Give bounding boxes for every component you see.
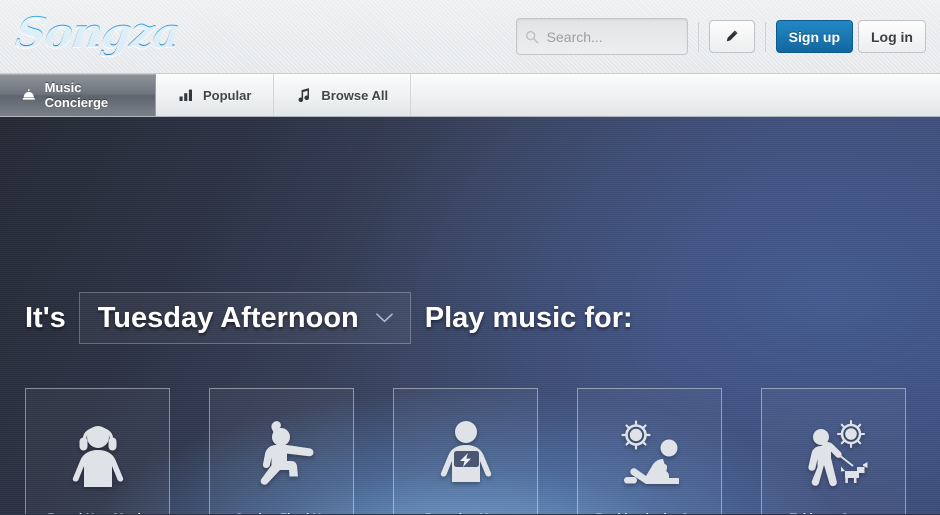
tab-music-concierge[interactable]: Music Concierge — [0, 74, 156, 116]
activity-card[interactable]: Basking in the Sun — [577, 388, 722, 514]
hero-suffix: Play music for: — [424, 301, 633, 334]
activity-card[interactable]: Getting Fired Up — [209, 388, 354, 514]
activity-card[interactable]: Boosting Your Energy — [393, 388, 538, 514]
tab-browse-all[interactable]: Browse All — [274, 74, 412, 116]
concierge-bell-icon — [22, 89, 35, 100]
activity-card-label: Getting Fired Up — [222, 509, 342, 514]
search-icon — [525, 30, 539, 43]
songza-logo[interactable]: Songza — [13, 8, 183, 57]
activity-card[interactable]: Brand New Music — [25, 388, 170, 514]
time-of-day-value: Tuesday Afternoon — [97, 301, 359, 334]
sun-rays — [836, 419, 865, 449]
signup-button[interactable]: Sign up — [775, 20, 853, 53]
tab-label: Music Concierge — [44, 80, 109, 110]
edit-button[interactable] — [708, 20, 755, 53]
tab-label: Popular — [203, 87, 252, 103]
header-divider-2 — [764, 21, 766, 52]
activity-card-grid: Brand New Music Getting Fired Up — [25, 388, 906, 514]
activity-card-label: Boosting Your Energy — [406, 509, 526, 514]
tab-label: Browse All — [321, 87, 389, 103]
hero-section: It's Tuesday Afternoon Play music for: B… — [0, 117, 940, 514]
hero-prefix: It's — [25, 301, 66, 334]
time-of-day-dropdown[interactable]: Tuesday Afternoon — [78, 292, 411, 344]
person-walking-dog-sun-icon — [807, 419, 867, 487]
activity-card-label: Taking a Sunny Stroll — [774, 509, 894, 514]
person-battery-bolt-icon — [440, 421, 491, 482]
activity-card-label: Basking in the Sun — [590, 509, 710, 514]
header-actions: Sign up Log in — [515, 18, 926, 55]
hero-headline: It's Tuesday Afternoon Play music for: — [25, 292, 633, 344]
tab-popular[interactable]: Popular — [156, 74, 275, 116]
dog-icon — [840, 462, 867, 483]
person-kicking-icon — [260, 421, 313, 485]
person-headphones-icon — [72, 426, 123, 487]
chevron-down-icon — [375, 313, 393, 323]
search-input[interactable] — [546, 28, 677, 45]
login-button[interactable]: Log in — [858, 20, 926, 53]
search-box[interactable] — [515, 18, 688, 55]
main-nav: Music Concierge Popular Browse All — [0, 74, 940, 117]
activity-card[interactable]: Taking a Sunny Stroll — [761, 388, 906, 514]
header-divider-1 — [697, 21, 699, 52]
pencil-icon — [726, 30, 738, 42]
sun-rays — [620, 420, 651, 450]
bar-chart-icon — [179, 89, 192, 101]
site-header: Songza Sign up Log in — [0, 0, 940, 74]
music-note-icon — [298, 88, 310, 103]
activity-card-label: Brand New Music — [38, 509, 158, 514]
person-reclining-sun-icon — [620, 420, 679, 484]
